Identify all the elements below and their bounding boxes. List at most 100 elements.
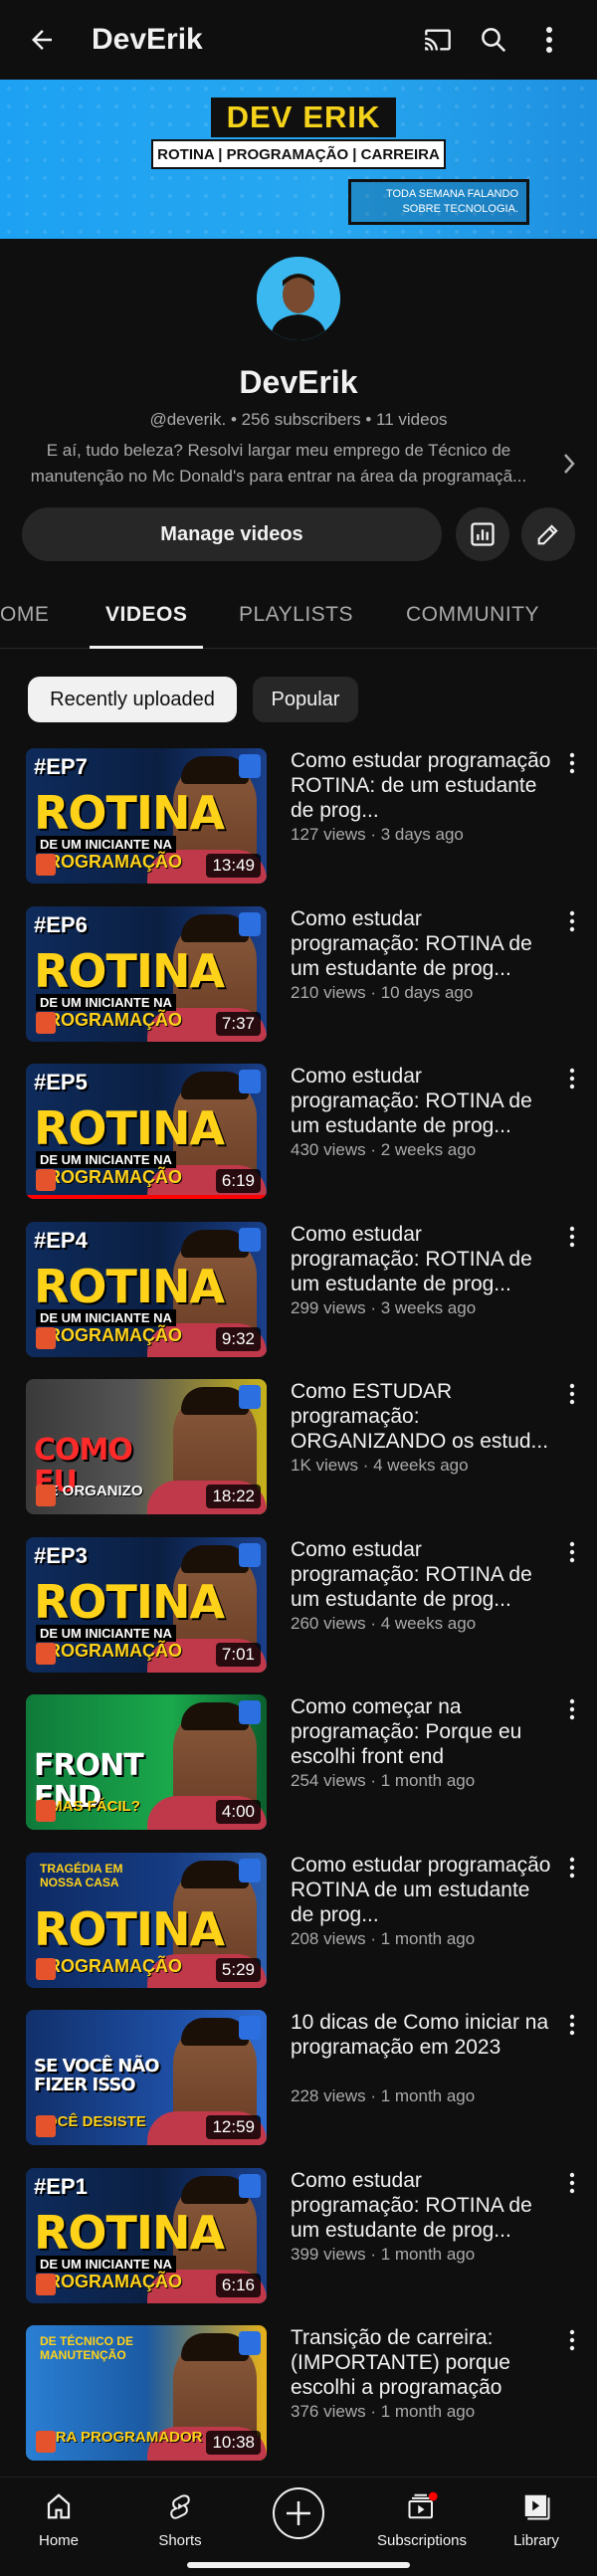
more-vert-icon[interactable] [561, 1694, 583, 1734]
nav-shorts[interactable]: Shorts [125, 2491, 235, 2549]
thumbnail-subline: PARA PROGRAMADOR [36, 2429, 203, 2446]
tab-community[interactable]: COMMUNITY [406, 587, 539, 649]
video-title[interactable]: Como começar na programação: Porque eu e… [291, 1694, 551, 1769]
more-vert-icon[interactable] [561, 2325, 583, 2365]
video-item[interactable]: #EP1 ROTINA DE UM INICIANTE NA PROGRAMAÇÃO 6… [0, 2167, 597, 2317]
channel-banner: DEV ERIK ROTINA | PROGRAMAÇÃO | CARREIRA… [0, 80, 597, 239]
video-item[interactable]: TRAGÉDIA EM NOSSA CASA ROTINA PROGRAMAÇÃO 5… [0, 1852, 597, 2002]
more-vert-icon[interactable] [561, 906, 583, 946]
video-thumbnail[interactable]: FRONT END É MAS FÁCIL? 4:00 [26, 1694, 267, 1830]
channel-avatar[interactable] [257, 257, 340, 340]
video-thumbnail[interactable]: #EP1 ROTINA DE UM INICIANTE NA PROGRAMAÇÃO 6… [26, 2167, 267, 2303]
css-logo-icon [239, 2331, 261, 2355]
tab-home[interactable]: OME [0, 587, 49, 649]
video-item[interactable]: #EP4 ROTINA DE UM INICIANTE NA PROGRAMAÇÃO 9… [0, 1221, 597, 1371]
thumbnail-headline: SE VOCÊ NÃO FIZER ISSO [34, 2056, 160, 2095]
thumbnail-topline: TRAGÉDIA EM NOSSA CASA [40, 1861, 123, 1889]
video-thumbnail[interactable]: SE VOCÊ NÃO FIZER ISSO VOCÊ DESISTE 12:59 [26, 2010, 267, 2145]
more-vert-icon[interactable] [561, 1853, 583, 1892]
cast-icon[interactable] [412, 18, 464, 62]
html-logo-icon [36, 1485, 56, 1506]
video-meta: 260 views · 4 weeks ago [291, 1613, 477, 1633]
video-title[interactable]: Como estudar programação ROTINA de um es… [291, 1853, 551, 1927]
back-arrow-icon[interactable] [22, 20, 62, 60]
video-title[interactable]: Como estudar programação: ROTINA de um e… [291, 1064, 551, 1138]
chip-recently-uploaded[interactable]: Recently uploaded [28, 677, 237, 722]
video-item[interactable]: DE TÉCNICO DE MANUTENÇÃO PARA PROGRAMADOR… [0, 2325, 597, 2475]
thumbnail-headline: ROTINA [34, 786, 225, 840]
video-thumbnail[interactable]: #EP7 ROTINA DE UM INICIANTE NA PROGRAMAÇÃO 1… [26, 748, 267, 884]
app-bar: DevErik [0, 0, 597, 80]
video-meta: 299 views · 3 weeks ago [291, 1297, 477, 1317]
css-logo-icon [239, 911, 261, 936]
thumbnail-subline: DE UM INICIANTE NA [36, 1624, 176, 1642]
video-title[interactable]: Como estudar programação: ROTINA de um e… [291, 2168, 551, 2243]
chevron-right-icon[interactable] [557, 446, 581, 482]
css-logo-icon [239, 1542, 261, 1567]
video-meta: 254 views · 1 month ago [291, 1771, 476, 1790]
video-item[interactable]: #EP6 ROTINA DE UM INICIANTE NA PROGRAMAÇÃO 7… [0, 905, 597, 1056]
thumbnail-subline-2: PROGRAMAÇÃO [36, 852, 182, 872]
nav-library-label: Library [513, 2532, 559, 2549]
video-title[interactable]: Como estudar programação: ROTINA de um e… [291, 1222, 551, 1296]
video-item[interactable]: #EP7 ROTINA DE UM INICIANTE NA PROGRAMAÇÃO 1… [0, 748, 597, 897]
video-item[interactable]: COMO EU ME ORGANIZO 18:22 Como ESTUDAR prog… [0, 1379, 597, 1528]
video-duration: 6:19 [215, 1169, 261, 1193]
video-thumbnail[interactable]: COMO EU ME ORGANIZO 18:22 [26, 1379, 267, 1514]
thumbnail-headline: ROTINA [34, 1101, 225, 1155]
video-title[interactable]: Como estudar programação: ROTINA de um e… [291, 1537, 551, 1612]
video-thumbnail[interactable]: #EP5 ROTINA DE UM INICIANTE NA PROGRAMAÇÃO 6… [26, 1064, 267, 1199]
video-duration: 9:32 [215, 1326, 261, 1351]
tab-playlists[interactable]: PLAYLISTS [239, 587, 353, 649]
tab-videos[interactable]: VIDEOS [89, 587, 204, 649]
thumbnail-headline: ROTINA [34, 943, 225, 998]
more-vert-icon[interactable] [561, 1379, 583, 1419]
nav-subscriptions[interactable]: Subscriptions [362, 2491, 482, 2549]
more-vert-icon[interactable] [561, 748, 583, 788]
edit-channel-button[interactable] [521, 507, 575, 561]
analytics-button[interactable] [456, 507, 509, 561]
video-duration: 7:01 [215, 1642, 261, 1667]
video-item[interactable]: #EP3 ROTINA DE UM INICIANTE NA PROGRAMAÇÃO 7… [0, 1536, 597, 1686]
subscriptions-icon [408, 2491, 438, 2519]
css-logo-icon [239, 754, 261, 778]
thumbnail-episode: #EP3 [34, 1542, 88, 1568]
video-thumbnail[interactable]: TRAGÉDIA EM NOSSA CASA ROTINA PROGRAMAÇÃO 5… [26, 1852, 267, 1988]
brand-erik: ERIK [302, 99, 381, 134]
nav-home[interactable]: Home [4, 2491, 113, 2549]
channel-tabs: OME VIDEOS PLAYLISTS COMMUNITY [0, 587, 597, 649]
video-title[interactable]: 10 dicas de Como iniciar na programação … [291, 2010, 551, 2060]
video-item[interactable]: FRONT END É MAS FÁCIL? 4:00 Como começar na… [0, 1694, 597, 1844]
banner-note-line1: TODA SEMANA FALANDO [385, 188, 518, 200]
thumbnail-topline: DE TÉCNICO DE MANUTENÇÃO [40, 2334, 134, 2362]
more-vert-icon[interactable] [561, 1537, 583, 1577]
video-item[interactable]: SE VOCÊ NÃO FIZER ISSO VOCÊ DESISTE 12:59 1… [0, 2010, 597, 2159]
more-vert-icon[interactable] [561, 2168, 583, 2208]
manage-videos-button[interactable]: Manage videos [22, 507, 442, 561]
chip-popular[interactable]: Popular [253, 677, 358, 722]
brand-dev: DEV [226, 99, 294, 134]
nav-subscriptions-label: Subscriptions [376, 2532, 468, 2549]
thumbnail-headline: ROTINA [34, 1259, 225, 1313]
video-thumbnail[interactable]: #EP6 ROTINA DE UM INICIANTE NA PROGRAMAÇÃO 7… [26, 905, 267, 1042]
more-vert-icon[interactable] [561, 1064, 583, 1103]
search-icon[interactable] [468, 18, 519, 62]
video-thumbnail[interactable]: #EP3 ROTINA DE UM INICIANTE NA PROGRAMAÇÃO 7… [26, 1536, 267, 1673]
video-title[interactable]: Como estudar programação: ROTINA de um e… [291, 906, 551, 981]
video-title[interactable]: Como estudar programação ROTINA: de um e… [291, 748, 551, 823]
channel-description[interactable]: E aí, tudo beleza? Resolvi largar meu em… [20, 438, 537, 490]
analytics-icon [471, 522, 495, 546]
video-title[interactable]: Como ESTUDAR programação: ORGANIZANDO os… [291, 1379, 551, 1454]
more-vert-icon[interactable] [523, 18, 575, 62]
banner-tagline: ROTINA | PROGRAMAÇÃO | CARREIRA [151, 139, 446, 169]
video-meta: 399 views · 1 month ago [291, 2244, 476, 2264]
video-thumbnail[interactable]: DE TÉCNICO DE MANUTENÇÃO PARA PROGRAMADOR… [26, 2325, 267, 2461]
more-vert-icon[interactable] [561, 2010, 583, 2050]
more-vert-icon[interactable] [561, 1222, 583, 1262]
video-thumbnail[interactable]: #EP4 ROTINA DE UM INICIANTE NA PROGRAMAÇÃO 9… [26, 1221, 267, 1357]
video-item[interactable]: #EP5 ROTINA DE UM INICIANTE NA PROGRAMAÇÃO 6… [0, 1064, 597, 1213]
nav-library[interactable]: Library [482, 2491, 591, 2549]
create-button[interactable] [244, 2485, 353, 2546]
video-title[interactable]: Transição de carreira: (IMPORTANTE) porq… [291, 2325, 551, 2400]
thumbnail-subline: DE UM INICIANTE NA [36, 1151, 176, 1168]
